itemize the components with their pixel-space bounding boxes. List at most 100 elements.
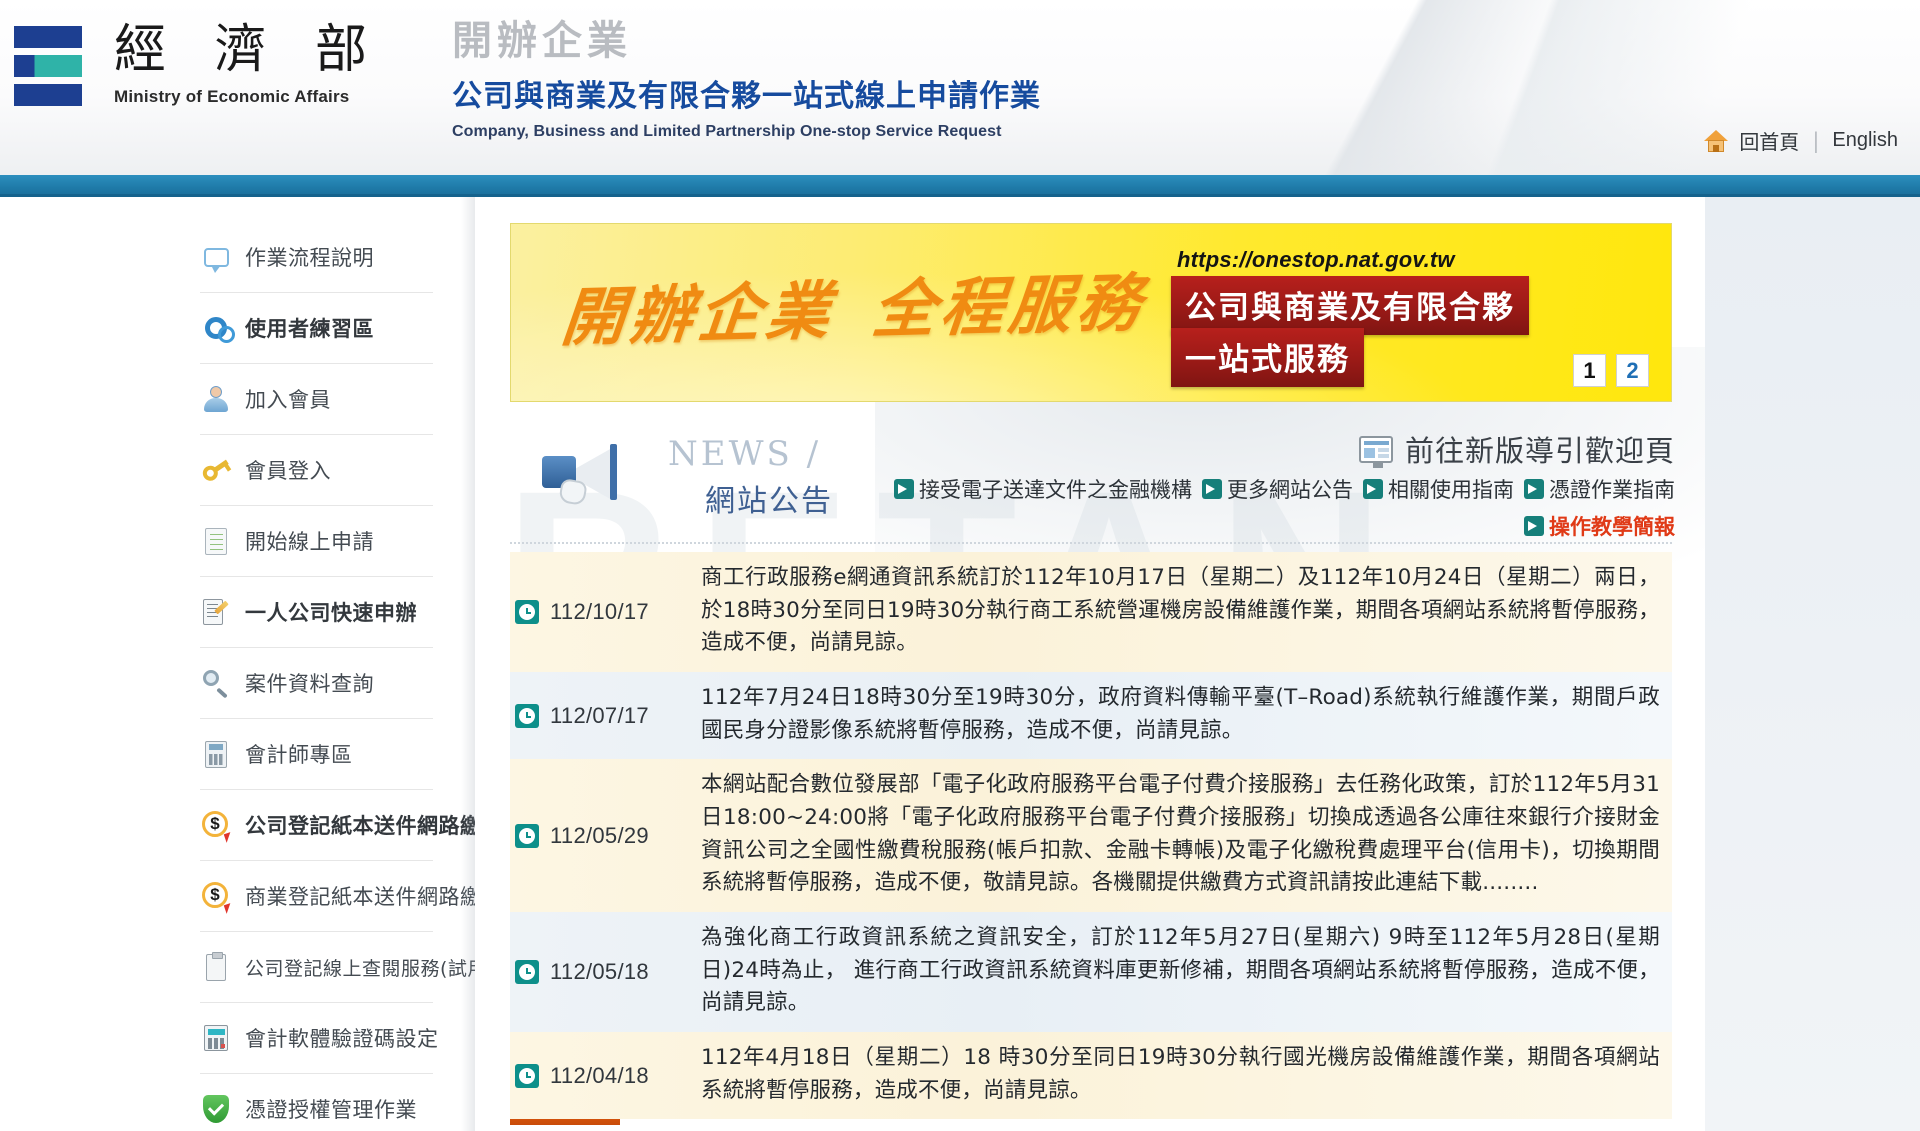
sidebar-item-one-person-company[interactable]: 一人公司快速申辦 xyxy=(200,577,433,648)
sidebar-item-label: 使用者練習區 xyxy=(245,317,374,341)
banner-badge-primary: 公司與商業及有限合夥 xyxy=(1171,276,1529,335)
home-door xyxy=(1713,144,1720,152)
arrow-right-icon xyxy=(1202,479,1222,499)
user-icon xyxy=(200,383,232,415)
ministry-name-en: Ministry of Economic Affairs xyxy=(114,87,350,107)
moea-bar-bottom xyxy=(14,84,82,106)
site-title-en: Company, Business and Limited Partnershi… xyxy=(452,123,1002,140)
arrow-right-icon xyxy=(894,479,914,499)
news-heading-cn: 網站公告 xyxy=(705,484,833,519)
home-link[interactable]: 回首頁 xyxy=(1739,126,1799,155)
dollar-cursor-icon: $ xyxy=(200,880,234,914)
main-content: RETAN 開辦企業全程服務 https://onestop.nat.gov.t… xyxy=(475,197,1920,1131)
moea-bar-top xyxy=(14,26,82,48)
news-date: 112/05/29 xyxy=(550,822,649,848)
banner-calligraphy-left: 開辦企業 xyxy=(558,273,839,355)
banner-badge-secondary: 一站式服務 xyxy=(1171,328,1364,387)
quick-link-certificate-guide[interactable]: 憑證作業指南 xyxy=(1524,474,1675,504)
news-text: 本網站配合數位發展部「電子化政府服務平台電子付費介接服務」去任務化政策，訂於11… xyxy=(701,772,1660,896)
quick-links: 接受電子送達文件之金融機構 更多網站公告 相關使用指南 憑證作業指南 操作教學簡… xyxy=(885,474,1675,541)
moea-bars-icon xyxy=(14,26,82,113)
document-pen-icon xyxy=(200,596,232,628)
sidebar-shadow xyxy=(461,197,475,1131)
calculator-icon xyxy=(200,738,232,770)
table-row[interactable]: 112/04/18 112年4月18日（星期二）18 時30分至同日19時30分… xyxy=(510,1032,1672,1120)
new-guide-link-label: 前往新版導引歡迎頁 xyxy=(1404,434,1675,468)
quick-link-label: 接受電子送達文件之金融機構 xyxy=(919,478,1192,502)
top-utility-nav: 回首頁 | English xyxy=(1704,126,1898,155)
banner-pagination: 1 2 xyxy=(1573,354,1649,387)
banner-url: https://onestop.nat.gov.tw xyxy=(1177,247,1455,272)
banner-page-1[interactable]: 1 xyxy=(1573,354,1606,387)
megaphone-icon xyxy=(538,440,648,507)
sidebar-item-accounting-software-code[interactable]: 會計軟體驗證碼設定 xyxy=(200,1003,438,1074)
news-text: 為強化商工行政資訊系統之資訊安全，訂於112年5月27日(星期六) 9時至112… xyxy=(701,925,1660,1016)
quick-link-label: 憑證作業指南 xyxy=(1549,478,1675,502)
quick-link-label: 操作教學簡報 xyxy=(1549,515,1675,539)
page-root: 經 濟 部 Ministry of Economic Affairs 開辦企業 … xyxy=(0,0,1920,1131)
news-date-cell: 112/07/17 xyxy=(510,672,695,759)
document-icon xyxy=(200,525,232,557)
new-guide-link[interactable]: 前往新版導引歡迎頁 xyxy=(1358,428,1675,470)
content-inner: 開辦企業 全程服務 https://onestop.nat.gov.tw 公司與商… xyxy=(475,197,1705,1126)
clock-icon xyxy=(515,1063,539,1088)
sidebar-item-accountant-area[interactable]: 會計師專區 xyxy=(200,719,433,790)
quick-link-tutorial-slides[interactable]: 操作教學簡報 xyxy=(1524,511,1675,541)
table-row[interactable]: 112/07/17 112年7月24日18時30分至19時30分，政府資料傳輸平… xyxy=(510,672,1672,760)
sidebar-item-case-query[interactable]: 案件資料查詢 xyxy=(200,648,433,719)
sidebar: 作業流程說明 使用者練習區 加入會員 會員登入 開始線上申請 一人公司快速申辦 … xyxy=(0,197,535,1131)
news-date-cell: 112/10/17 xyxy=(510,552,695,672)
news-date-cell: 112/04/18 xyxy=(510,1032,695,1119)
site-header: 經 濟 部 Ministry of Economic Affairs 開辦企業 … xyxy=(0,0,1920,175)
site-title-ghost: 開辦企業 xyxy=(452,17,632,64)
quick-link-usage-guide[interactable]: 相關使用指南 xyxy=(1363,474,1514,504)
sidebar-item-label: 案件資料查詢 xyxy=(245,672,374,696)
clipboard-icon xyxy=(200,951,232,983)
clock-icon xyxy=(515,823,539,848)
promo-banner[interactable]: 開辦企業 全程服務 https://onestop.nat.gov.tw 公司與商… xyxy=(510,223,1672,402)
divider xyxy=(510,542,1672,544)
banner-page-2[interactable]: 2 xyxy=(1616,354,1649,387)
news-heading-en: NEWS / xyxy=(668,434,822,474)
sidebar-item-start-application[interactable]: 開始線上申請 xyxy=(200,506,433,577)
search-icon xyxy=(200,667,232,699)
clock-icon xyxy=(515,600,539,624)
sidebar-item-process-guide[interactable]: 作業流程說明 xyxy=(200,222,433,293)
news-table: 112/10/17 商工行政服務e網通資訊系統訂於112年10月17日（星期二）… xyxy=(510,552,1672,1120)
sidebar-item-label: 會計軟體驗證碼設定 xyxy=(245,1027,439,1051)
table-row[interactable]: 112/10/17 商工行政服務e網通資訊系統訂於112年10月17日（星期二）… xyxy=(510,552,1672,673)
quick-link-financial-institutions[interactable]: 接受電子送達文件之金融機構 xyxy=(894,474,1192,504)
sidebar-item-business-paper-payment[interactable]: $ 商業登記紙本送件網路繳費 xyxy=(200,861,503,932)
banner-calligraphy: 開辦企業 全程服務 xyxy=(558,252,1150,358)
banner-calligraphy-right: 全程服務 xyxy=(869,265,1149,347)
sidebar-item-certificate-authorization[interactable]: 憑證授權管理作業 xyxy=(200,1074,433,1131)
sidebar-item-online-lookup-service[interactable]: 公司登記線上查閱服務(試用版) ▶ xyxy=(200,932,535,1003)
site-title-block: 開辦企業 公司與商業及有限合夥一站式線上申請作業 Company, Busine… xyxy=(452,18,1041,141)
ministry-logo[interactable]: 經 濟 部 Ministry of Economic Affairs xyxy=(14,22,383,113)
sidebar-item-label: 會計師專區 xyxy=(245,743,353,767)
site-title-cn: 公司與商業及有限合夥一站式線上申請作業 xyxy=(452,79,1041,114)
monitor-icon xyxy=(1358,435,1393,468)
gear-icon xyxy=(200,312,235,344)
english-link[interactable]: English xyxy=(1832,129,1898,152)
utility-separator: | xyxy=(1812,128,1820,153)
sidebar-item-company-paper-payment[interactable]: $ 公司登記紙本送件網路繳費 xyxy=(200,790,503,861)
table-row[interactable]: 112/05/29 本網站配合數位發展部「電子化政府服務平台電子付費介接服務」去… xyxy=(510,759,1672,913)
quick-link-more-announcements[interactable]: 更多網站公告 xyxy=(1202,474,1353,504)
sidebar-item-practice-area[interactable]: 使用者練習區 xyxy=(200,293,433,364)
sidebar-item-label: 加入會員 xyxy=(245,388,331,412)
body-area: 作業流程說明 使用者練習區 加入會員 會員登入 開始線上申請 一人公司快速申辦 … xyxy=(0,197,1920,1131)
calculator-teal-icon xyxy=(200,1022,232,1054)
clock-icon xyxy=(515,960,539,985)
news-date: 112/07/17 xyxy=(550,702,649,728)
arrow-right-icon xyxy=(1524,479,1544,499)
clock-icon xyxy=(515,703,539,728)
key-icon xyxy=(199,454,232,486)
sidebar-item-join-member[interactable]: 加入會員 xyxy=(200,364,433,435)
table-row[interactable]: 112/05/18 為強化商工行政資訊系統之資訊安全，訂於112年5月27日(星… xyxy=(510,912,1672,1033)
news-header: NEWS / 網站公告 前往新版導引歡迎頁 接受電子送達文件之金融機構 更多網站… xyxy=(510,428,1675,539)
sidebar-item-member-login[interactable]: 會員登入 xyxy=(199,435,433,506)
shield-check-icon xyxy=(200,1093,232,1125)
quick-link-label: 更多網站公告 xyxy=(1227,478,1353,502)
quick-link-label: 相關使用指南 xyxy=(1388,478,1514,502)
